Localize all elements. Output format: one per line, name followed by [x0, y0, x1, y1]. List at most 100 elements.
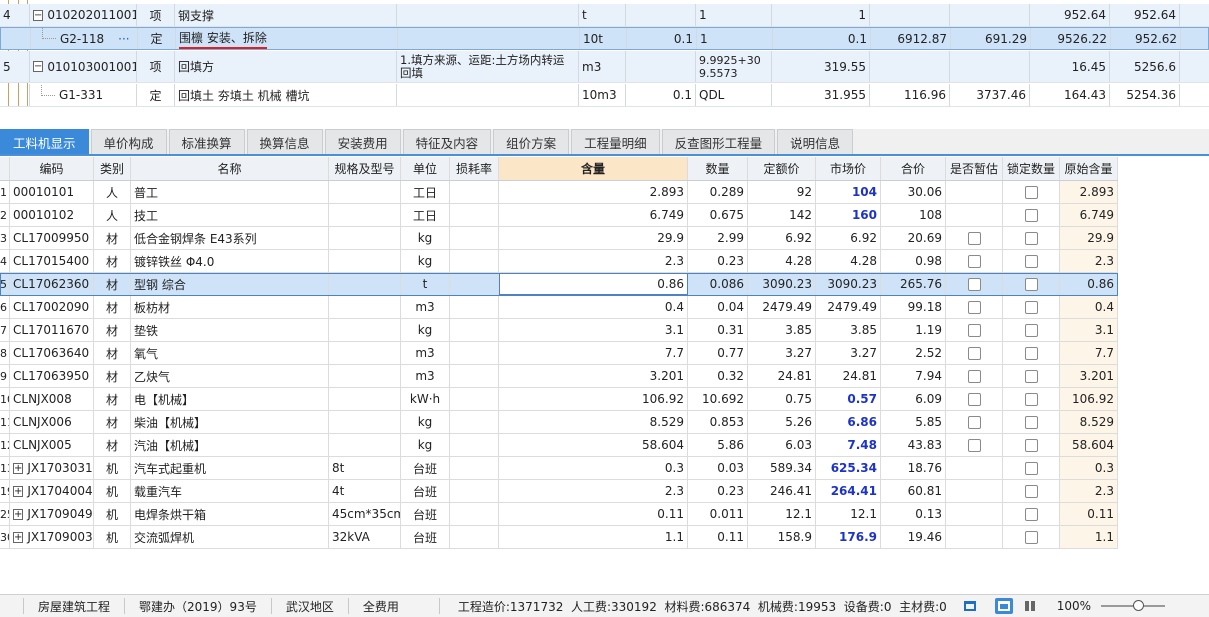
zoom-slider[interactable]: [1101, 600, 1166, 611]
loss-rate-cell[interactable]: [450, 273, 499, 295]
status-project-type[interactable]: 房屋建筑工程: [24, 598, 126, 614]
collapse-icon[interactable]: −: [33, 61, 44, 72]
provisional-checkbox[interactable]: [967, 300, 981, 314]
content-cell[interactable]: 2.893: [499, 181, 688, 203]
provisional-checkbox[interactable]: [967, 415, 981, 429]
market-price-cell[interactable]: 6.92: [816, 227, 881, 249]
loss-rate-cell[interactable]: [450, 319, 499, 341]
table-row[interactable]: 9 CL17063950 材乙炔气 m3 3.201 0.32 24.81 24.81 7.94…: [0, 365, 1118, 388]
table-row[interactable]: 5 CL17062360 材型钢 综合 t 0.86 0.086 3090.23 3090.2…: [0, 273, 1118, 296]
table-row[interactable]: 11CLNJX006材柴油【机械】kg8.5290.8535.266.865.8…: [0, 411, 1118, 434]
provisional-checkbox[interactable]: [967, 438, 981, 452]
market-price-cell[interactable]: 4.28: [816, 250, 881, 272]
expand-icon[interactable]: +: [13, 462, 24, 474]
lock-qty-checkbox[interactable]: [1024, 369, 1038, 383]
provisional-checkbox[interactable]: [967, 231, 981, 245]
market-price-cell[interactable]: 6.86: [816, 411, 881, 433]
header-provisional[interactable]: 是否暂估: [946, 157, 1003, 180]
status-region[interactable]: 武汉地区: [272, 598, 349, 614]
content-cell[interactable]: 0.4: [499, 296, 688, 318]
loss-rate-cell[interactable]: [450, 227, 499, 249]
lock-qty-checkbox[interactable]: [1024, 277, 1038, 291]
table-row[interactable]: 19+JX17040040机载重汽车4t台班2.30.23246.41264.4…: [0, 480, 1118, 503]
lock-qty-checkbox[interactable]: [1024, 438, 1038, 452]
loss-rate-cell[interactable]: [450, 296, 499, 318]
content-cell[interactable]: 2.3: [499, 250, 688, 272]
top-row-selected[interactable]: G2-118 ··· 定 围檩 安装、拆除 10t 0.1 1 0.1 6912…: [0, 27, 1209, 50]
content-cell[interactable]: 1.1: [499, 526, 688, 548]
market-price-cell[interactable]: 0.57: [816, 388, 881, 410]
collapse-icon[interactable]: −: [33, 9, 44, 21]
table-row[interactable]: 25+JX17090490机电焊条烘干箱45cm*35cm···台班0.110.…: [0, 503, 1118, 526]
code-cell[interactable]: + JX17030310: [10, 457, 94, 479]
header-code[interactable]: 编码: [10, 157, 94, 180]
content-cell[interactable]: 58.604: [499, 434, 688, 456]
expand-icon[interactable]: +: [13, 508, 24, 520]
content-cell[interactable]: 0.86: [499, 273, 688, 295]
code-cell[interactable]: CL17002090: [10, 296, 94, 318]
provisional-checkbox[interactable]: [967, 254, 981, 268]
content-cell[interactable]: 8.529: [499, 411, 688, 433]
item-name-cell[interactable]: 围檩 安装、拆除: [176, 28, 398, 49]
table-row[interactable]: 1 00010101 人普工 工日 2.893 0.289 92 104 30.06 2.893: [0, 181, 1118, 204]
content-cell[interactable]: 106.92: [499, 388, 688, 410]
table-row[interactable]: 30+JX17090030机交流弧焊机32kVA台班1.10.11158.917…: [0, 526, 1118, 549]
zoom-slider-knob[interactable]: [1133, 600, 1145, 611]
code-cell[interactable]: CL17011670: [10, 319, 94, 341]
header-total-price[interactable]: 合价: [881, 157, 946, 180]
header-lock-qty[interactable]: 锁定数量: [1003, 157, 1060, 180]
loss-rate-cell[interactable]: [450, 526, 499, 548]
code-cell[interactable]: CL17063640: [10, 342, 94, 364]
table-row[interactable]: 10CLNJX008材电【机械】kW·h106.9210.6920.750.57…: [0, 388, 1118, 411]
more-icon[interactable]: ···: [118, 32, 129, 46]
lock-qty-checkbox[interactable]: [1024, 323, 1038, 337]
tab-standard-conversion[interactable]: 标准换算: [168, 129, 245, 154]
content-cell[interactable]: 3.201: [499, 365, 688, 387]
top-row[interactable]: 5 − 010103001001 项 回填方 1.填方来源、运距:土方场内转运回…: [0, 51, 1209, 83]
code-cell[interactable]: CLNJX008: [10, 388, 94, 410]
content-cell[interactable]: 7.7: [499, 342, 688, 364]
provisional-checkbox[interactable]: [967, 369, 981, 383]
tab-unit-price-composition[interactable]: 单价构成: [90, 129, 167, 154]
loss-rate-cell[interactable]: [450, 457, 499, 479]
layout-view-icon[interactable]: [961, 598, 979, 614]
tab-quantity-detail[interactable]: 工程量明细: [571, 129, 660, 154]
lock-qty-checkbox[interactable]: [1024, 392, 1038, 406]
header-loss-rate[interactable]: 损耗率: [450, 157, 499, 180]
code-cell[interactable]: CLNJX005: [10, 434, 94, 456]
header-name[interactable]: 名称: [131, 157, 329, 180]
lock-qty-checkbox[interactable]: [1024, 484, 1038, 498]
code-cell[interactable]: + JX17090490: [10, 503, 94, 525]
loss-rate-cell[interactable]: [450, 434, 499, 456]
lock-qty-checkbox[interactable]: [1024, 254, 1038, 268]
tab-features-content[interactable]: 特征及内容: [402, 129, 492, 154]
loss-rate-cell[interactable]: [450, 480, 499, 502]
market-price-cell[interactable]: 24.81: [816, 365, 881, 387]
code-cell[interactable]: + JX17090030: [10, 526, 94, 548]
tab-graphic-quantity-lookup[interactable]: 反查图形工程量: [661, 129, 776, 154]
provisional-checkbox[interactable]: [967, 323, 981, 337]
tab-description-info[interactable]: 说明信息: [777, 129, 854, 154]
content-cell[interactable]: 0.3: [499, 457, 688, 479]
lock-qty-checkbox[interactable]: [1024, 185, 1038, 199]
market-price-cell[interactable]: 12.1: [816, 503, 881, 525]
content-cell[interactable]: 3.1: [499, 319, 688, 341]
table-row[interactable]: 8 CL17063640 材氧气 m3 7.7 0.77 3.27 3.27 2.52 7.7: [0, 342, 1118, 365]
loss-rate-cell[interactable]: [450, 411, 499, 433]
lock-qty-checkbox[interactable]: [1024, 208, 1038, 222]
loss-rate-cell[interactable]: [450, 250, 499, 272]
market-price-cell[interactable]: 176.9: [816, 526, 881, 548]
header-category[interactable]: 类别: [94, 157, 131, 180]
lock-qty-checkbox[interactable]: [1024, 231, 1038, 245]
code-cell[interactable]: CLNJX006: [10, 411, 94, 433]
content-cell[interactable]: 2.3: [499, 480, 688, 502]
lock-qty-checkbox[interactable]: [1024, 300, 1038, 314]
lock-qty-checkbox[interactable]: [1024, 530, 1038, 544]
lock-qty-checkbox[interactable]: [1024, 415, 1038, 429]
table-row[interactable]: 13+JX17030310机汽车式起重机8t台班0.30.03589.34625…: [0, 457, 1118, 480]
code-cell[interactable]: 00010102: [10, 204, 94, 226]
tab-pricing-scheme[interactable]: 组价方案: [493, 129, 570, 154]
tab-conversion-info[interactable]: 换算信息: [246, 129, 323, 154]
loss-rate-cell[interactable]: [450, 204, 499, 226]
header-quota-price[interactable]: 定额价: [748, 157, 816, 180]
